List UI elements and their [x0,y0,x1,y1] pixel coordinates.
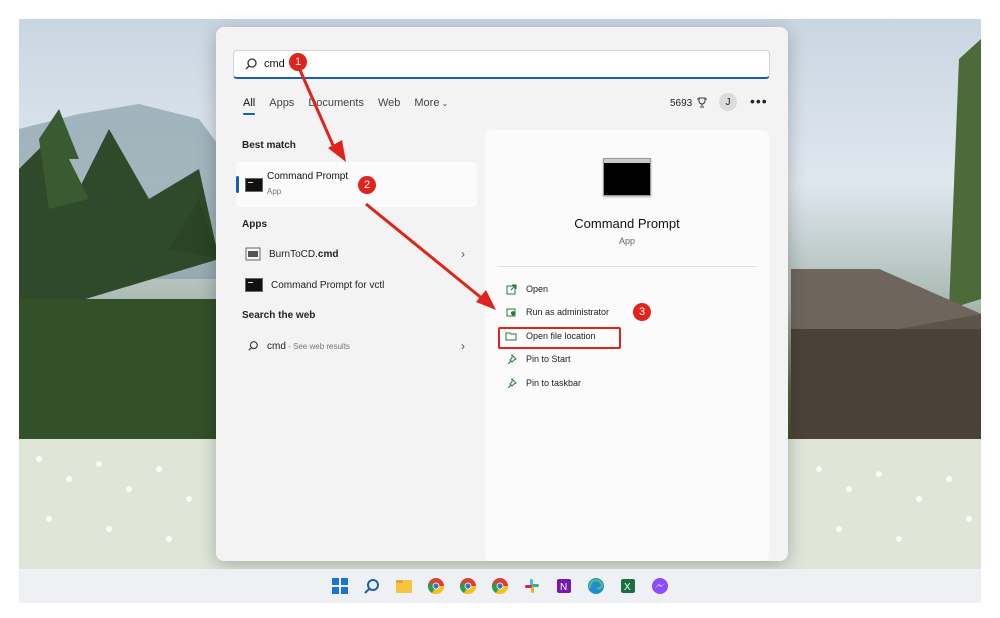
search-icon [248,341,258,351]
chrome-icon[interactable] [425,575,447,597]
tab-more[interactable]: More ⌄ [414,97,448,109]
windows-start-icon[interactable] [329,575,351,597]
detail-title: Command Prompt [574,216,680,231]
messenger-icon[interactable] [649,575,671,597]
search-tabs: All Apps Documents Web More ⌄ [243,97,448,115]
web-result-item[interactable]: cmd - See web results › [236,332,477,360]
apps-heading: Apps [242,219,267,230]
chevron-right-icon[interactable]: › [461,339,465,353]
search-web-heading: Search the web [242,310,316,321]
list-item[interactable]: BurnToCD.cmd › [236,240,477,268]
search-icon[interactable] [361,575,383,597]
trophy-icon [697,97,708,108]
tab-documents[interactable]: Documents [308,97,364,109]
pin-icon [505,353,517,365]
chevron-down-icon: ⌄ [441,99,449,108]
file-explorer-icon[interactable] [393,575,415,597]
open-action[interactable]: Open [505,280,548,298]
run-as-administrator-action[interactable]: Run as administrator [505,303,609,321]
tab-apps[interactable]: Apps [269,97,294,109]
selection-indicator [236,176,239,193]
command-prompt-large-icon [603,158,651,196]
best-match-heading: Best match [242,140,296,151]
list-item[interactable]: Command Prompt for vctl [236,271,477,299]
start-search-panel: cmd All Apps Documents Web More ⌄ 5693 J … [216,27,788,561]
svg-text:X: X [624,582,631,593]
best-match-subtitle: App [267,187,282,196]
web-query: cmd [267,340,286,352]
run-as-administrator-highlight [498,327,621,349]
avatar[interactable]: J [719,93,737,111]
rewards-points[interactable]: 5693 [670,97,708,109]
best-match-item[interactable]: Command Prompt App [236,162,477,207]
edge-icon[interactable] [585,575,607,597]
pin-to-start-action[interactable]: Pin to Start [505,350,571,368]
chevron-right-icon[interactable]: › [461,247,465,261]
annotation-badge: 1 [289,53,307,71]
shield-icon [505,306,517,318]
chrome-icon[interactable] [489,575,511,597]
pin-to-taskbar-action[interactable]: Pin to taskbar [505,374,581,392]
app-result-name: Command Prompt for vctl [271,279,385,291]
pin-to-start-label: Pin to Start [526,354,571,364]
slack-icon[interactable] [521,575,543,597]
taskbar: N X [19,569,981,603]
chrome-icon[interactable] [457,575,479,597]
detail-subtitle: App [618,236,635,246]
app-result-name: BurnToCD. [269,248,318,260]
run-as-administrator-label: Run as administrator [526,307,610,317]
annotation-badge: 3 [633,303,651,321]
divider [497,266,757,267]
annotation-badge: 2 [358,176,376,194]
file-icon [245,247,261,261]
rewards-points-value: 5693 [670,97,693,109]
onenote-icon[interactable]: N [553,575,575,597]
excel-icon[interactable]: X [617,575,639,597]
tab-web[interactable]: Web [378,97,400,109]
command-prompt-icon [245,278,263,292]
tab-all[interactable]: All [243,97,256,115]
best-match-title: Command Prompt [267,171,349,182]
search-icon [245,58,257,70]
pin-icon [505,377,517,389]
search-input[interactable]: cmd [264,58,285,70]
open-label: Open [526,284,549,294]
web-hint: - See web results [285,341,350,351]
pin-to-taskbar-label: Pin to taskbar [526,378,582,388]
svg-text:N: N [560,582,567,593]
app-result-match: cmd [317,248,339,260]
more-options-icon[interactable]: ••• [750,93,768,109]
search-box[interactable]: cmd [233,50,770,79]
tab-more-label: More [414,97,440,109]
command-prompt-icon [245,178,263,192]
open-icon [505,283,517,295]
